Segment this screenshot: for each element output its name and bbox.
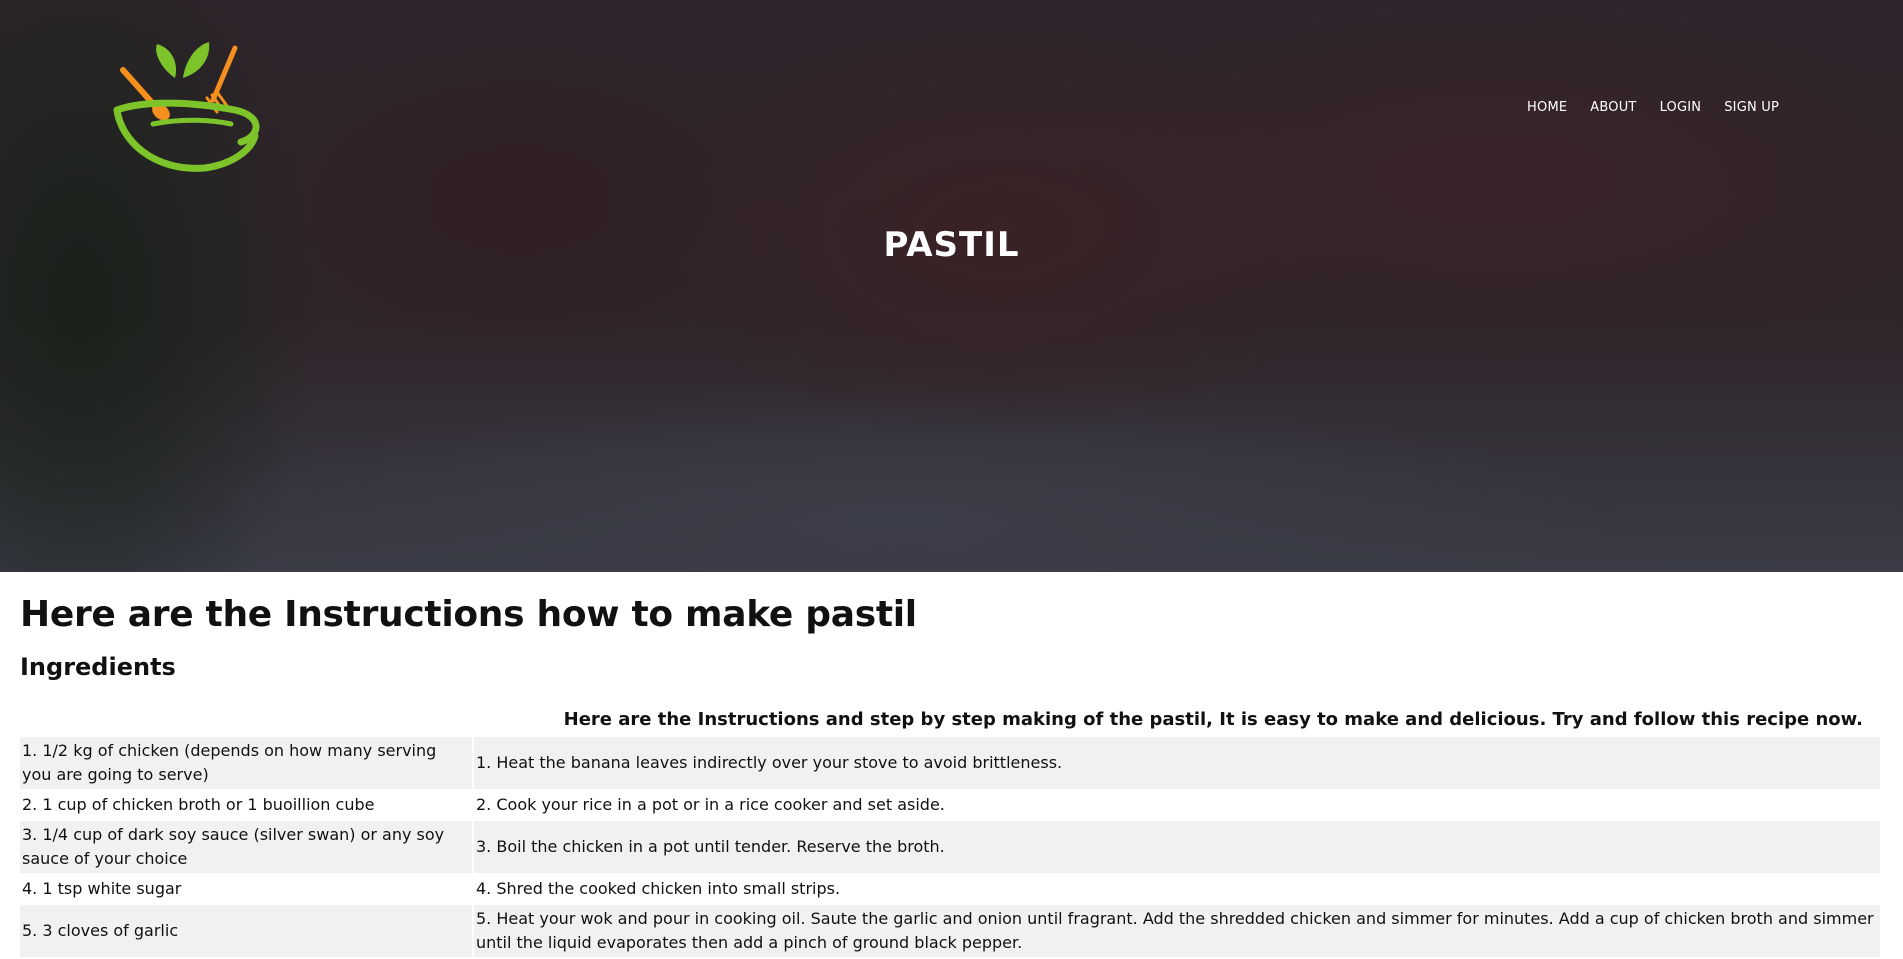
intro-text: Here are the Instructions and step by st… xyxy=(563,709,1863,730)
ingredient-cell: 2. 1 cup of chicken broth or 1 buoillion… xyxy=(22,795,375,814)
site-logo[interactable] xyxy=(113,40,265,176)
ingredient-cell: 1. 1/2 kg of chicken (depends on how man… xyxy=(20,737,472,789)
table-row: 4. 1 tsp white sugar 4. Shred the cooked… xyxy=(20,875,1880,903)
step-cell: 1. Heat the banana leaves indirectly ove… xyxy=(474,737,1880,789)
recipe-content: Here are the Instructions how to make pa… xyxy=(0,594,1903,959)
table-row: 3. 1/4 cup of dark soy sauce (silver swa… xyxy=(20,821,1880,873)
ingredient-cell: 4. 1 tsp white sugar xyxy=(22,879,182,898)
nav-home-link[interactable]: HOME xyxy=(1527,100,1567,115)
page-title: Here are the Instructions how to make pa… xyxy=(20,594,917,635)
ingredient-cell: 5. 3 cloves of garlic xyxy=(20,905,472,957)
ingredients-heading: Ingredients xyxy=(20,653,176,681)
step-cell: 5. Heat your wok and pour in cooking oil… xyxy=(474,905,1880,957)
top-nav: HOME ABOUT LOGIN SIGN UP xyxy=(1504,100,1779,115)
nav-about-link[interactable]: ABOUT xyxy=(1590,100,1636,115)
recipe-table: 1. 1/2 kg of chicken (depends on how man… xyxy=(18,735,1882,959)
table-row: 5. 3 cloves of garlic 5. Heat your wok a… xyxy=(20,905,1880,957)
step-cell: 3. Boil the chicken in a pot until tende… xyxy=(474,821,1880,873)
hero-title: PASTIL xyxy=(883,225,1020,265)
table-row: 2. 1 cup of chicken broth or 1 buoillion… xyxy=(20,791,1880,819)
ingredient-cell: 3. 1/4 cup of dark soy sauce (silver swa… xyxy=(20,821,472,873)
step-cell: 2. Cook your rice in a pot or in a rice … xyxy=(476,795,945,814)
table-row: 1. 1/2 kg of chicken (depends on how man… xyxy=(20,737,1880,789)
hero-banner: HOME ABOUT LOGIN SIGN UP PASTIL xyxy=(0,0,1903,572)
step-cell: 4. Shred the cooked chicken into small s… xyxy=(476,879,841,898)
nav-signup-link[interactable]: SIGN UP xyxy=(1724,100,1779,115)
nav-login-link[interactable]: LOGIN xyxy=(1660,100,1702,115)
